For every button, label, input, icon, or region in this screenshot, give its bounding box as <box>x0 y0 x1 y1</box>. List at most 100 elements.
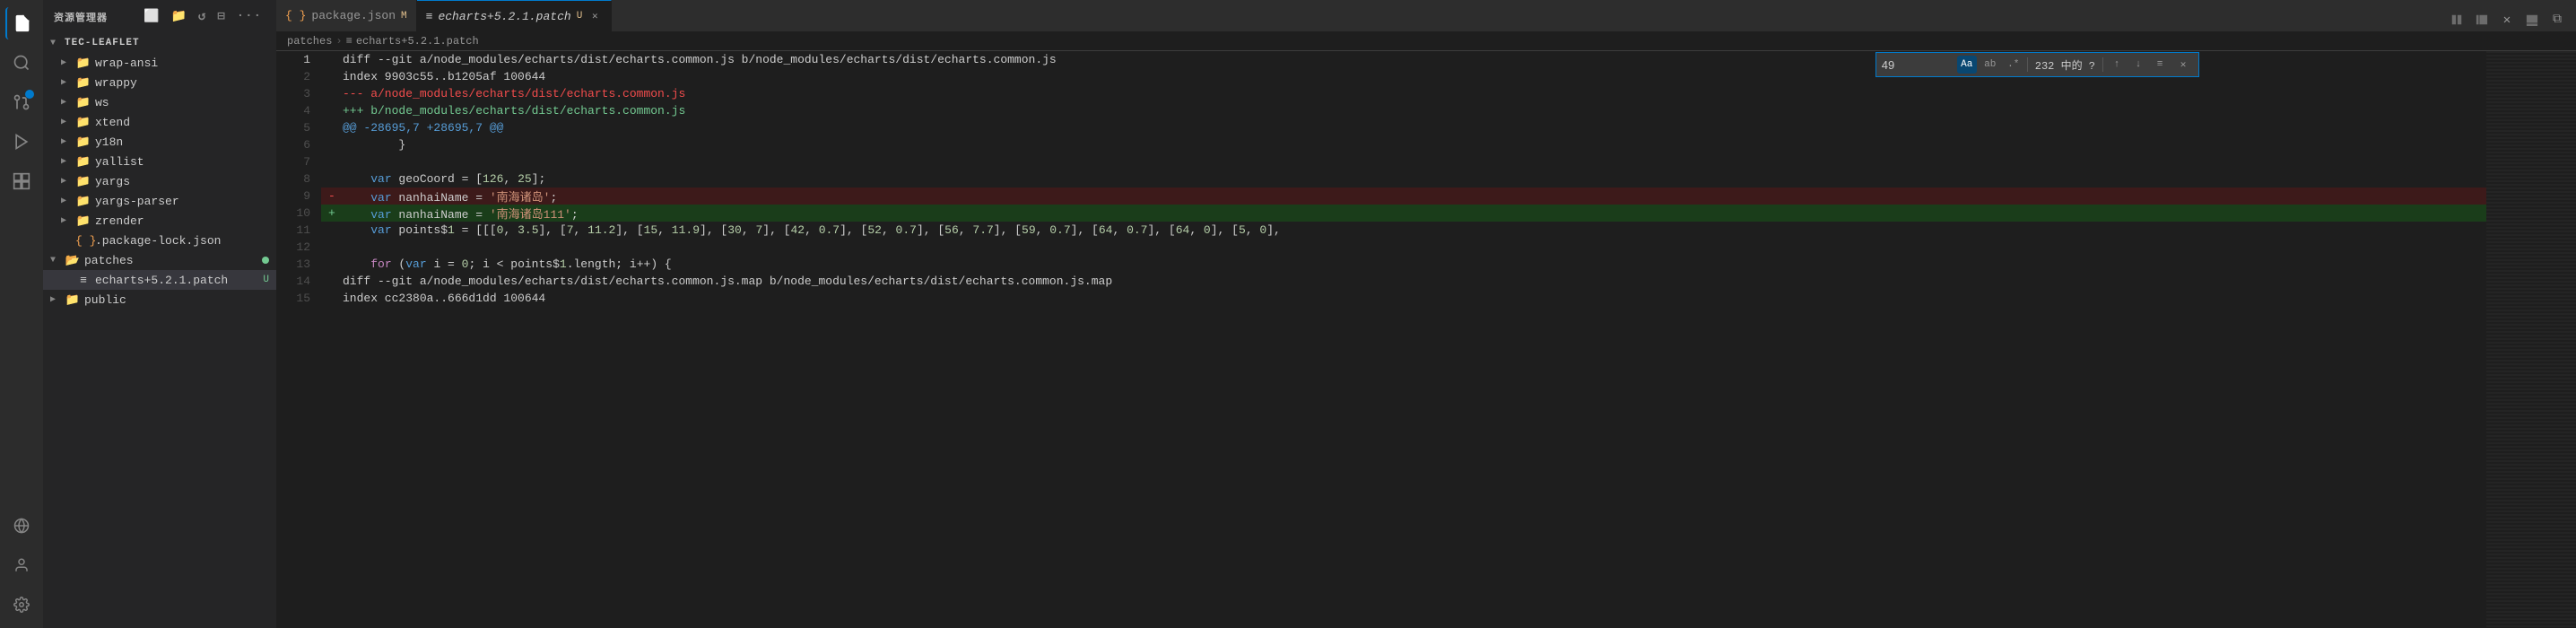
close-icon[interactable]: ✕ <box>2495 8 2519 31</box>
ws-folder-icon: 📁 <box>75 96 91 109</box>
editor-area: 1 2 3 4 5 6 7 8 9 10 11 12 13 14 15 diff… <box>276 51 2576 628</box>
zrender-arrow: ▶ <box>61 215 75 226</box>
yargs-parser-label: yargs-parser <box>95 195 276 208</box>
yallist-label: yallist <box>95 155 276 169</box>
settings-icon[interactable] <box>5 589 38 621</box>
line-num-14: 14 <box>276 273 321 290</box>
yallist-folder-icon: 📁 <box>75 155 91 169</box>
yargs-label: yargs <box>95 175 276 188</box>
files-icon[interactable] <box>5 7 38 39</box>
line-num-8: 8 <box>276 170 321 188</box>
more-actions-icon[interactable]: ··· <box>233 7 265 26</box>
line-num-15: 15 <box>276 290 321 307</box>
collapse-icon[interactable]: ⊟ <box>213 7 229 26</box>
search-widget: Aa ab .* 232 中的 ? ↑ ↓ ≡ ✕ <box>1875 52 2199 77</box>
line-num-7: 7 <box>276 153 321 170</box>
new-folder-icon[interactable]: 📁 <box>167 7 190 26</box>
search-next-btn[interactable]: ↓ <box>2128 56 2148 74</box>
sidebar-item-wrappy[interactable]: ▶ 📁 wrappy <box>43 73 276 92</box>
marker-13 <box>328 257 343 271</box>
sidebar-item-xtend[interactable]: ▶ 📁 xtend <box>43 112 276 132</box>
wrappy-label: wrappy <box>95 76 276 90</box>
tab-echarts-patch-label: echarts+5.2.1.patch <box>438 10 570 23</box>
tabs-bar: { } package.json M ≡ echarts+5.2.1.patch… <box>276 0 2576 31</box>
search-input[interactable] <box>1882 58 1954 72</box>
marker-4 <box>328 104 343 118</box>
line-num-13: 13 <box>276 256 321 273</box>
line8-text: var geoCoord = [126, 25]; <box>343 172 545 186</box>
search-nav: ↑ ↓ ≡ <box>2107 56 2170 74</box>
tab-package-json-label: package.json <box>311 9 396 22</box>
tab-echarts-patch-close[interactable]: ✕ <box>587 9 602 23</box>
restore-icon[interactable]: ⧉ <box>2546 8 2569 31</box>
run-icon[interactable] <box>5 126 38 158</box>
code-line-3: --- a/node_modules/echarts/dist/echarts.… <box>321 85 2486 102</box>
echarts-patch-modified: U <box>263 275 269 285</box>
match-case-btn[interactable]: Aa <box>1957 56 1977 74</box>
sidebar-item-patches[interactable]: ▼ 📂 patches <box>43 250 276 270</box>
line12-text <box>343 240 350 254</box>
code-line-8: var geoCoord = [126, 25]; <box>321 170 2486 188</box>
activity-bar <box>0 0 43 628</box>
root-label: TEC-LEAFLET <box>65 38 276 48</box>
code-line-11: var points$1 = [[[0, 3.5], [7, 11.2], [1… <box>321 222 2486 239</box>
breadcrumb-patches[interactable]: patches <box>287 35 332 48</box>
marker-9: - <box>328 189 343 203</box>
code-line-9: - var nanhaiName = '南海诸岛'; <box>321 188 2486 205</box>
sidebar-item-package-lock[interactable]: ▶ { } .package-lock.json <box>43 231 276 250</box>
wrap-ansi-label: wrap-ansi <box>95 57 276 70</box>
new-file-icon[interactable]: ⬜ <box>140 7 163 26</box>
sidebar-item-wrap-ansi[interactable]: ▶ 📁 wrap-ansi <box>43 53 276 73</box>
sidebar-header-actions: ⬜ 📁 ↺ ⊟ ··· <box>140 7 265 26</box>
line4-text: +++ b/node_modules/echarts/dist/echarts.… <box>343 104 685 118</box>
refresh-icon[interactable]: ↺ <box>195 7 210 26</box>
line-num-12: 12 <box>276 239 321 256</box>
search-activity-icon[interactable] <box>5 47 38 79</box>
source-control-badge <box>25 90 34 99</box>
tab-package-json[interactable]: { } package.json M <box>276 0 417 31</box>
line-num-9: 9 <box>276 188 321 205</box>
search-divider-2 <box>2102 57 2103 72</box>
regex-btn[interactable]: .* <box>2004 56 2023 74</box>
wrappy-folder-icon: 📁 <box>75 76 91 90</box>
match-word-btn[interactable]: ab <box>1980 56 2000 74</box>
line7-text <box>343 155 350 169</box>
toggle-panel-icon[interactable] <box>2520 8 2544 31</box>
public-label: public <box>84 293 276 307</box>
sidebar-item-ws[interactable]: ▶ 📁 ws <box>43 92 276 112</box>
y18n-label: y18n <box>95 135 276 149</box>
marker-12 <box>328 240 343 254</box>
sidebar-item-yallist[interactable]: ▶ 📁 yallist <box>43 152 276 171</box>
wrap-ansi-folder-icon: 📁 <box>75 57 91 70</box>
echarts-patch-file-icon: ≡ <box>75 274 91 287</box>
remote-icon[interactable] <box>5 510 38 542</box>
split-editor-icon[interactable] <box>2445 8 2468 31</box>
editor-gutter: 1 2 3 4 5 6 7 8 9 10 11 12 13 14 15 <box>276 51 321 628</box>
tab-package-json-icon: { } <box>285 9 306 22</box>
sidebar-item-yargs[interactable]: ▶ 📁 yargs <box>43 171 276 191</box>
sidebar-item-public[interactable]: ▶ 📁 public <box>43 290 276 310</box>
search-prev-btn[interactable]: ↑ <box>2107 56 2127 74</box>
sidebar-item-zrender[interactable]: ▶ 📁 zrender <box>43 211 276 231</box>
zrender-folder-icon: 📁 <box>75 214 91 228</box>
sidebar-title: 资源管理器 <box>54 10 108 24</box>
line-num-4: 4 <box>276 102 321 119</box>
toggle-primary-sidebar-icon[interactable] <box>2470 8 2493 31</box>
search-list-btn[interactable]: ≡ <box>2150 56 2170 74</box>
account-icon[interactable] <box>5 549 38 581</box>
extensions-icon[interactable] <box>5 165 38 197</box>
sidebar-item-yargs-parser[interactable]: ▶ 📁 yargs-parser <box>43 191 276 211</box>
line-num-5: 5 <box>276 119 321 136</box>
patches-label: patches <box>84 254 262 267</box>
source-control-icon[interactable] <box>5 86 38 118</box>
search-close-btn[interactable]: ✕ <box>2173 56 2193 74</box>
sidebar-root[interactable]: ▼ TEC-LEAFLET <box>43 33 276 53</box>
sidebar-item-echarts-patch[interactable]: ▶ ≡ echarts+5.2.1.patch U <box>43 270 276 290</box>
breadcrumb-filename[interactable]: echarts+5.2.1.patch <box>356 35 479 48</box>
zrender-label: zrender <box>95 214 276 228</box>
editor-code[interactable]: diff --git a/node_modules/echarts/dist/e… <box>321 51 2486 628</box>
tab-echarts-patch[interactable]: ≡ echarts+5.2.1.patch U ✕ <box>417 0 613 31</box>
line3-text: --- a/node_modules/echarts/dist/echarts.… <box>343 87 685 100</box>
code-line-4: +++ b/node_modules/echarts/dist/echarts.… <box>321 102 2486 119</box>
sidebar-item-y18n[interactable]: ▶ 📁 y18n <box>43 132 276 152</box>
